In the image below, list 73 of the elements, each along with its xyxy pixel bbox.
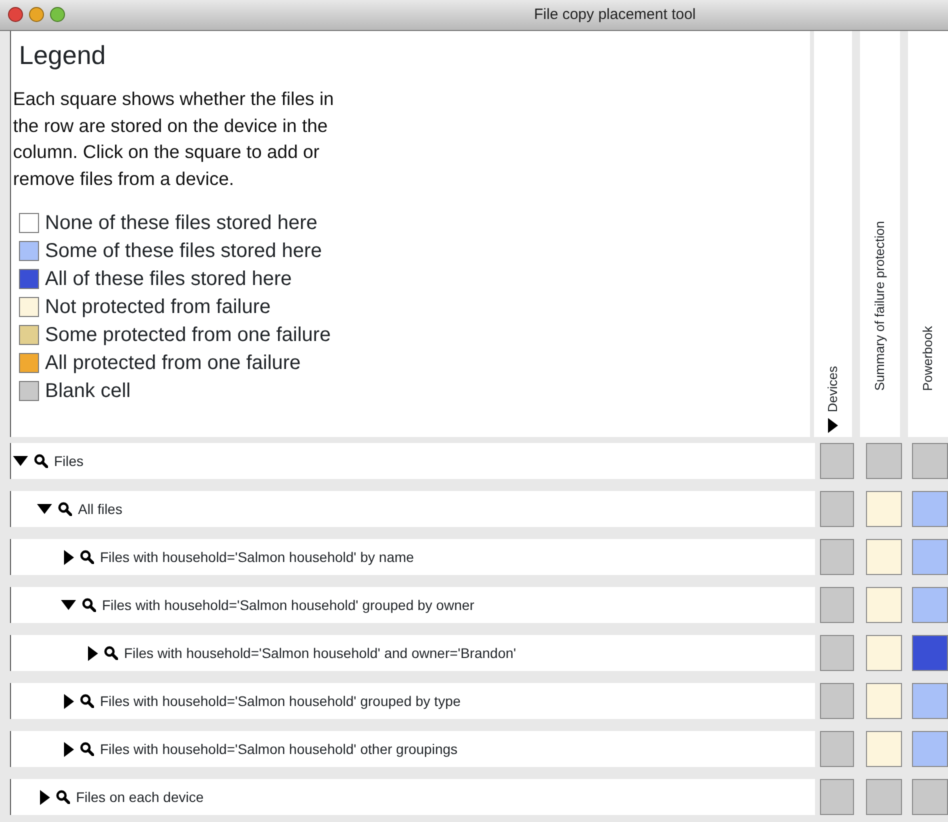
tree-label: Files with household='Salmon household' grouped by type — [100, 692, 461, 711]
search-icon[interactable] — [104, 646, 118, 660]
tree-label: Files with household='Salmon household' grouped by owner — [102, 596, 474, 615]
placement-square[interactable] — [866, 587, 902, 623]
legend-label: All of these files stored here — [45, 267, 292, 292]
legend-label: Some protected from one failure — [45, 323, 331, 348]
placement-square[interactable] — [820, 779, 854, 815]
legend-label: Some of these files stored here — [45, 239, 322, 264]
column-header[interactable]: Devices — [814, 31, 852, 437]
placement-square[interactable] — [912, 635, 948, 671]
minimize-button[interactable] — [29, 7, 44, 22]
tree-label: Files with household='Salmon household' by name — [100, 548, 414, 567]
legend-label: Blank cell — [45, 379, 131, 404]
tree-row[interactable]: Files — [10, 443, 815, 479]
search-icon[interactable] — [58, 502, 72, 516]
placement-square[interactable] — [866, 443, 902, 479]
tree-label: Files with household='Salmon household' and owner='Brandon' — [124, 644, 516, 662]
placement-square[interactable] — [912, 779, 948, 815]
placement-square[interactable] — [912, 443, 948, 479]
placement-square[interactable] — [866, 779, 902, 815]
search-icon[interactable] — [80, 550, 94, 564]
zoom-button[interactable] — [50, 7, 65, 22]
legend-label: None of these files stored here — [45, 211, 318, 236]
placement-square[interactable] — [820, 443, 854, 479]
close-button[interactable] — [8, 7, 23, 22]
placement-square[interactable] — [820, 731, 854, 767]
tree-row[interactable]: All files — [10, 491, 815, 527]
placement-square[interactable] — [912, 587, 948, 623]
placement-square[interactable] — [866, 731, 902, 767]
collapse-triangle-icon[interactable] — [61, 600, 76, 610]
tree-label: Files on each device — [76, 788, 204, 806]
tree-row[interactable]: Files with household='Salmon household' by name — [10, 539, 815, 575]
search-icon[interactable] — [82, 598, 96, 612]
tree-label: All files — [78, 500, 122, 518]
expand-triangle-icon[interactable] — [64, 694, 74, 708]
placement-square[interactable] — [820, 539, 854, 575]
tree-label: Files — [54, 452, 84, 470]
tree-row[interactable]: Files with household='Salmon household' and owner='Brandon' — [10, 635, 815, 671]
placement-square[interactable] — [912, 683, 948, 719]
placement-square[interactable] — [820, 683, 854, 719]
column-header: Summary of failure protection — [860, 31, 900, 437]
search-icon[interactable] — [80, 742, 94, 756]
placement-square[interactable] — [912, 491, 948, 527]
tree-row[interactable]: Files with household='Salmon household' other groupings — [10, 731, 815, 767]
legend-label: Not protected from failure — [45, 295, 271, 320]
expand-triangle-icon[interactable] — [40, 790, 50, 804]
placement-square[interactable] — [820, 635, 854, 671]
search-icon[interactable] — [34, 454, 48, 468]
tree-row[interactable]: Files with household='Salmon household' grouped by owner — [10, 587, 815, 623]
collapse-triangle-icon[interactable] — [37, 504, 52, 514]
collapse-triangle-icon[interactable] — [13, 456, 28, 466]
expand-triangle-icon[interactable] — [64, 550, 74, 564]
window-title: File copy placement tool — [534, 5, 696, 25]
legend-title: Legend — [19, 39, 107, 72]
placement-square[interactable] — [820, 587, 854, 623]
placement-square[interactable] — [820, 491, 854, 527]
search-icon[interactable] — [56, 790, 70, 804]
search-icon[interactable] — [80, 694, 94, 708]
tree-row[interactable]: Files with household='Salmon household' grouped by type — [10, 683, 815, 719]
expand-triangle-icon[interactable] — [88, 646, 98, 660]
column-header: Powerbook — [908, 31, 948, 437]
legend-description: Each square shows whether the files in the row are stored on the device in the column. Click on the square to add or remove files from a device. — [13, 87, 335, 190]
placement-square[interactable] — [912, 539, 948, 575]
placement-square[interactable] — [866, 539, 902, 575]
placement-square[interactable] — [866, 683, 902, 719]
placement-square[interactable] — [912, 731, 948, 767]
placement-square[interactable] — [866, 635, 902, 671]
expand-triangle-icon[interactable] — [64, 742, 74, 756]
legend-label: All protected from one failure — [45, 351, 301, 376]
tree-label: Files with household='Salmon household' other groupings — [100, 740, 458, 759]
placement-square[interactable] — [866, 491, 902, 527]
tree-row[interactable]: Files on each device — [10, 779, 815, 815]
expand-triangle-icon[interactable] — [828, 418, 838, 433]
